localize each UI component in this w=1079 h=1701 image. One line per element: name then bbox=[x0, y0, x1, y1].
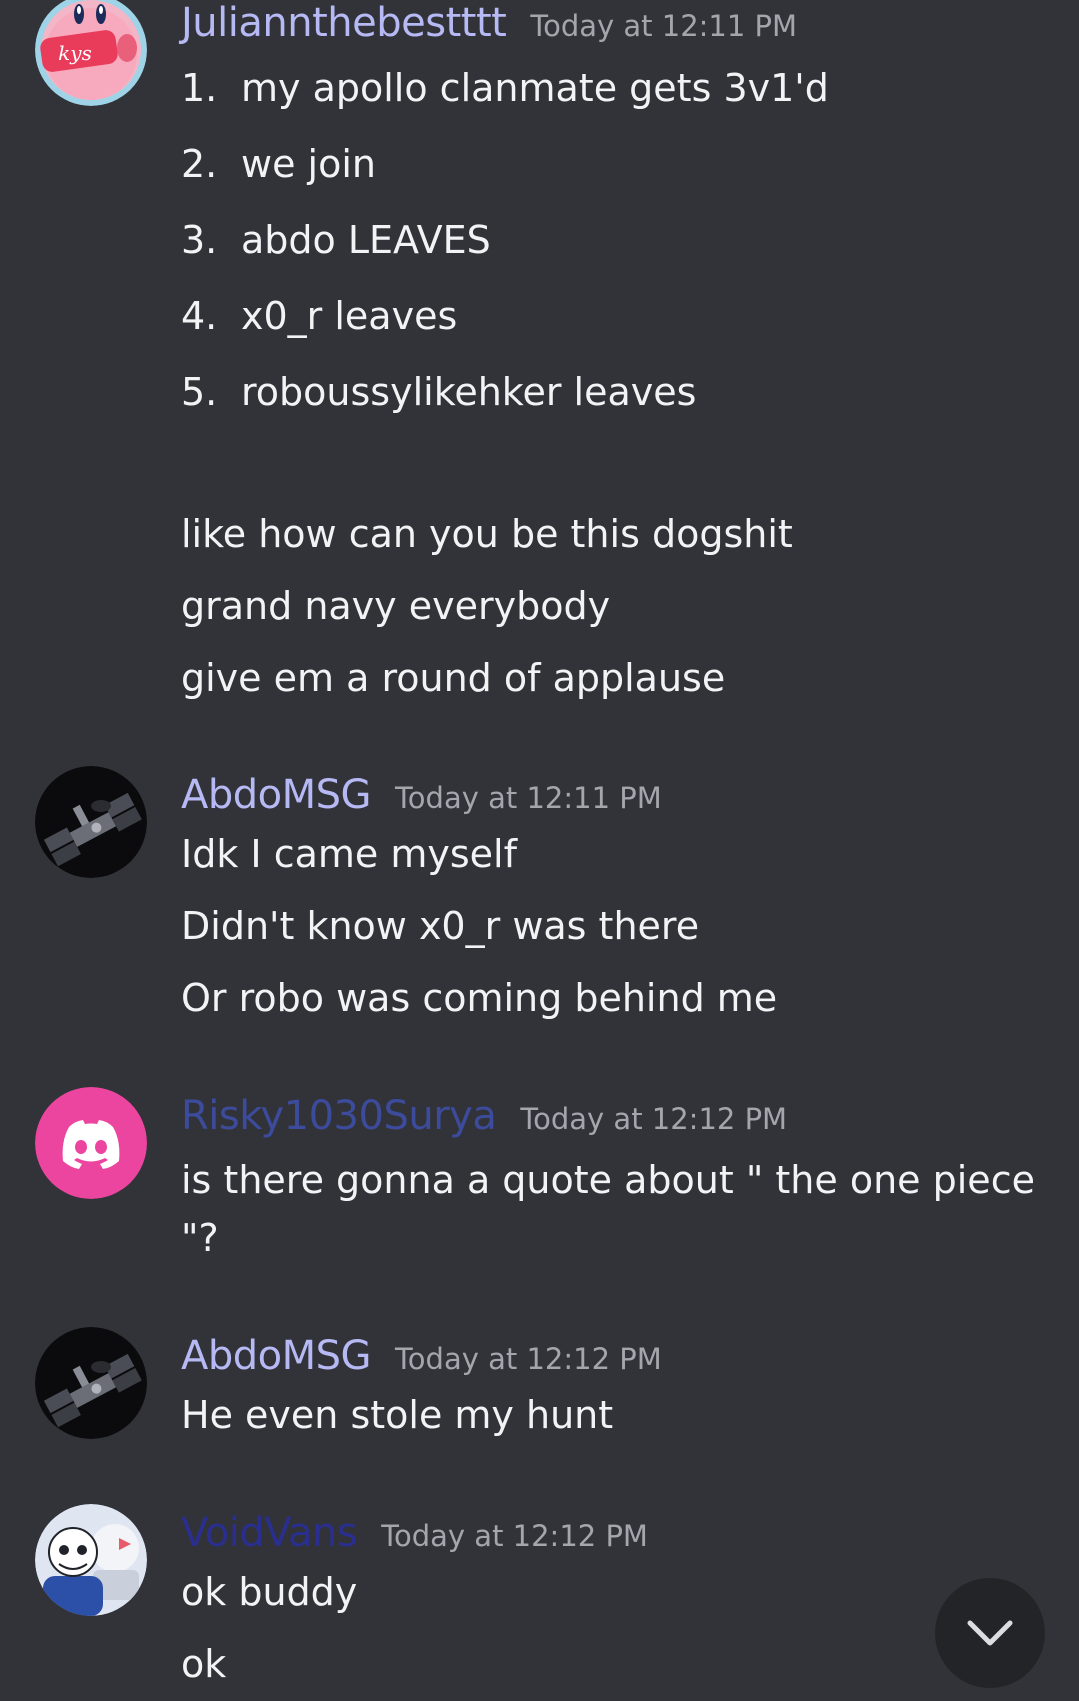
timestamp: Today at 12:12 PM bbox=[395, 1342, 662, 1376]
sans-papyrus-avatar bbox=[35, 1504, 147, 1616]
user-avatar[interactable] bbox=[35, 1087, 147, 1199]
message-text: ok bbox=[181, 1642, 227, 1686]
list-number: 5. bbox=[181, 370, 218, 414]
user-avatar[interactable] bbox=[35, 1504, 147, 1616]
message[interactable]: AbdoMSG Today at 12:12 PM He even stole … bbox=[0, 1327, 1079, 1473]
user-avatar[interactable] bbox=[35, 1327, 147, 1439]
message-text: Idk I came myself bbox=[181, 832, 517, 876]
list-item: 5. roboussylikehker leaves bbox=[181, 370, 696, 414]
message-text: Didn't know x0_r was there bbox=[181, 904, 700, 948]
message[interactable]: Risky1030Surya Today at 12:12 PM is ther… bbox=[0, 1087, 1079, 1273]
message[interactable]: VoidVans Today at 12:12 PM ok buddy ok bbox=[0, 1504, 1079, 1701]
list-text: we join bbox=[241, 142, 376, 186]
space-station-avatar bbox=[35, 766, 147, 878]
message[interactable]: AbdoMSG Today at 12:11 PM Idk I came mys… bbox=[0, 766, 1079, 1032]
message-text: give em a round of applause bbox=[181, 656, 726, 700]
message-text: ok buddy bbox=[181, 1570, 358, 1614]
kirby-kys-avatar: kys bbox=[35, 0, 147, 106]
message-text: is there gonna a quote about " the one p… bbox=[181, 1158, 1035, 1260]
timestamp: Today at 12:12 PM bbox=[520, 1102, 788, 1136]
username[interactable]: Juliannthebestttt bbox=[181, 0, 507, 46]
list-item: 2. we join bbox=[181, 142, 376, 186]
message[interactable]: kys Juliannthebestttt Today at 12:11 PM … bbox=[0, 0, 1079, 720]
list-number: 4. bbox=[181, 294, 218, 338]
username[interactable]: AbdoMSG bbox=[181, 772, 372, 818]
chevron-down-icon bbox=[967, 1620, 1013, 1646]
avatar-text: kys bbox=[58, 41, 92, 65]
user-avatar[interactable] bbox=[35, 766, 147, 878]
timestamp: Today at 12:11 PM bbox=[395, 781, 662, 815]
message-list[interactable]: kys Juliannthebestttt Today at 12:11 PM … bbox=[0, 0, 1079, 1701]
username[interactable]: VoidVans bbox=[181, 1510, 358, 1556]
list-text: roboussylikehker leaves bbox=[241, 370, 697, 414]
timestamp: Today at 12:11 PM bbox=[530, 9, 798, 43]
list-item: 1. my apollo clanmate gets 3v1'd bbox=[181, 66, 829, 110]
message-text: He even stole my hunt bbox=[181, 1393, 614, 1437]
space-station-avatar bbox=[35, 1327, 147, 1439]
message-text: like how can you be this dogshit bbox=[181, 512, 793, 556]
list-number: 2. bbox=[181, 142, 218, 186]
list-text: my apollo clanmate gets 3v1'd bbox=[241, 66, 829, 110]
list-item: 3. abdo LEAVES bbox=[181, 218, 491, 262]
list-item: 4. x0_r leaves bbox=[181, 294, 457, 338]
message-text: grand navy everybody bbox=[181, 584, 611, 628]
list-number: 3. bbox=[181, 218, 218, 262]
list-text: abdo LEAVES bbox=[241, 218, 491, 262]
username[interactable]: AbdoMSG bbox=[181, 1333, 372, 1379]
jump-to-bottom-button[interactable] bbox=[935, 1578, 1045, 1688]
list-text: x0_r leaves bbox=[241, 294, 458, 338]
timestamp: Today at 12:12 PM bbox=[381, 1519, 648, 1553]
user-avatar[interactable]: kys bbox=[35, 0, 147, 106]
username[interactable]: Risky1030Surya bbox=[181, 1093, 497, 1139]
message-text: Or robo was coming behind me bbox=[181, 976, 778, 1020]
list-number: 1. bbox=[181, 66, 218, 110]
discord-default-avatar bbox=[35, 1087, 147, 1199]
